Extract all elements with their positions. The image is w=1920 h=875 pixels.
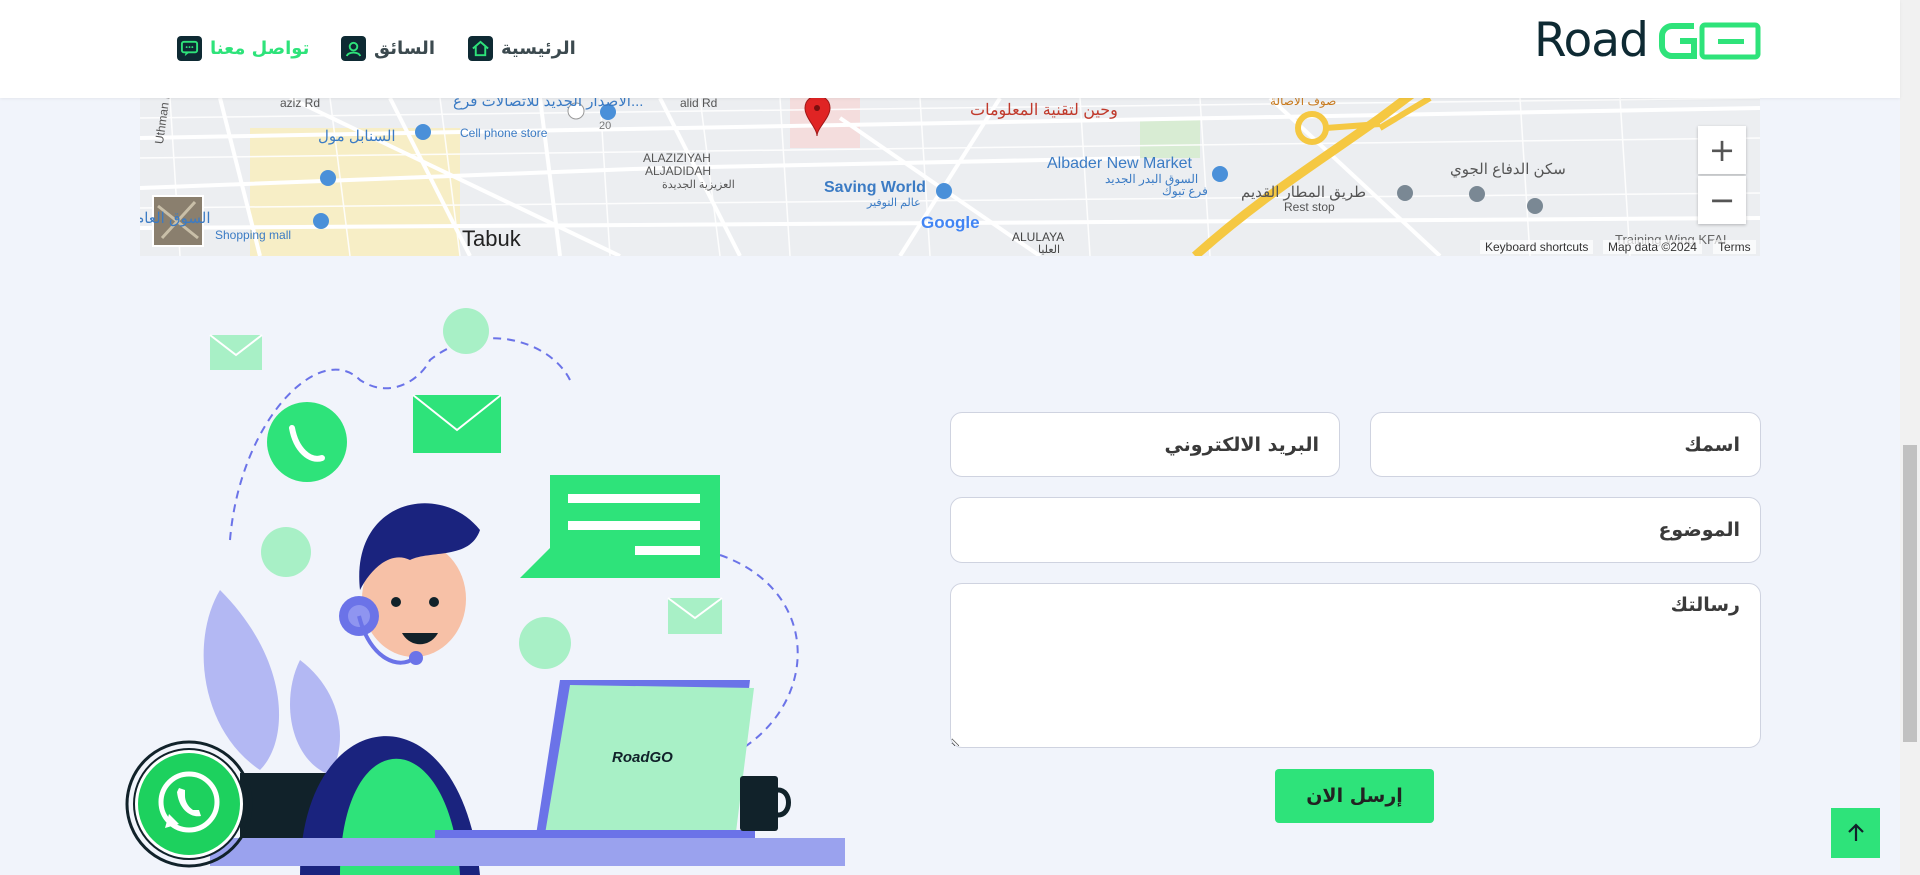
map-place: السوق العام (140, 210, 211, 227)
map-place: عالم التوفير (867, 197, 921, 209)
map-place: الاصدار الجديد للاتصالات فرع... (453, 98, 644, 110)
google-map[interactable]: وحين لتقنية المعلومات الاصدار الجديد للا… (140, 98, 1760, 256)
subject-field[interactable] (950, 497, 1761, 563)
map-place: السنابل مول (318, 128, 396, 145)
map-place: سكن الدفاع الجوي (1450, 161, 1566, 178)
map-place: وحين لتقنية المعلومات (970, 102, 1118, 119)
email-field[interactable] (950, 412, 1340, 477)
map-terms-link[interactable]: Terms (1713, 240, 1756, 254)
whatsapp-button[interactable] (125, 740, 253, 868)
scrollbar-thumb[interactable] (1903, 445, 1917, 742)
map-keyboard-shortcuts[interactable]: Keyboard shortcuts (1480, 240, 1594, 254)
map-place: Cell phone store (460, 126, 548, 140)
map-place: العزيزية الجديدة (662, 179, 735, 191)
map-place: طريق المطار القديم (1241, 184, 1367, 201)
envelope-icon (209, 334, 263, 370)
zoom-in-button[interactable]: + (1698, 126, 1746, 174)
send-button[interactable]: إرسل الان (1275, 769, 1434, 823)
whatsapp-icon (125, 740, 253, 868)
driver-icon (341, 35, 366, 61)
map-place: Albader New Market (1047, 155, 1192, 172)
map-place: Rest stop (1284, 200, 1335, 214)
map-street: alid Rd (680, 98, 718, 110)
phone-icon (261, 527, 311, 577)
google-logo: Google (921, 213, 980, 232)
phone-icon (267, 402, 347, 482)
phone-icon (519, 617, 571, 669)
map-place: فرع تبوك (1162, 184, 1208, 198)
map-place: ALAZIZIYAH (643, 151, 711, 165)
envelope-icon (412, 394, 502, 453)
map-place: العليا (1038, 244, 1061, 256)
zoom-out-button[interactable]: − (1698, 176, 1746, 224)
map-street: aziz Rd (280, 98, 321, 110)
laptop-brand: RoadGO (612, 749, 673, 766)
envelope-icon (667, 597, 723, 634)
map-place: Shopping mall (215, 228, 292, 242)
site-header: Road الرئيسية السائق تواصل معنا (0, 0, 1900, 98)
logo-word: Road (1534, 13, 1649, 68)
logo-go-mark (1658, 22, 1761, 60)
map-place: Saving World (824, 179, 926, 196)
map-place: صوف الأصالة (1270, 98, 1337, 108)
name-field[interactable] (1370, 412, 1761, 477)
map-data-credit: Map data ©2024 (1603, 240, 1702, 254)
message-field[interactable] (950, 583, 1761, 748)
nav-home[interactable]: الرئيسية (468, 30, 576, 66)
nav-contact-label: تواصل معنا (210, 37, 310, 59)
nav-contact[interactable]: تواصل معنا (177, 30, 309, 66)
page-scrollbar[interactable] (1900, 0, 1920, 875)
back-to-top-button[interactable] (1831, 808, 1880, 858)
map-place: ALULAYA (1012, 230, 1065, 244)
phone-icon (443, 308, 489, 354)
arrow-up-icon (1847, 823, 1864, 841)
map-place: Tabuk (462, 226, 521, 251)
roadgo-logo[interactable]: Road (1534, 16, 1762, 66)
chat-icon (177, 35, 202, 61)
home-icon (468, 35, 493, 61)
nav-driver-label: السائق (374, 37, 435, 59)
map-road-number: 20 (599, 120, 612, 132)
nav-driver[interactable]: السائق (341, 30, 435, 66)
nav-home-label: الرئيسية (501, 37, 576, 59)
map-place: ALJADIDAH (645, 164, 712, 178)
